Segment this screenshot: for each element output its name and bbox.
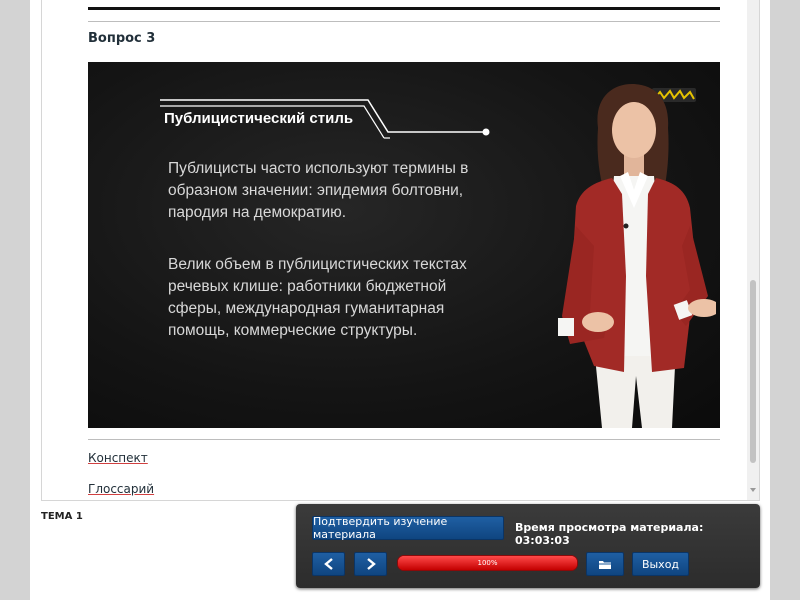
progress-percent: 100% [477, 559, 498, 567]
section-divider [88, 21, 720, 22]
progress-bar: 100% [397, 555, 578, 571]
page-margin-left [0, 0, 30, 600]
chevron-right-icon [366, 558, 376, 570]
folder-icon [599, 560, 611, 569]
slide-title: Публицистический стиль [164, 110, 354, 127]
scroll-down-arrow-icon[interactable] [750, 488, 756, 492]
question-title: Вопрос 3 [88, 31, 156, 46]
section-divider [88, 439, 720, 440]
materials-button[interactable] [586, 552, 624, 576]
navigation-panel: Подтвердить изучение материала Время про… [296, 504, 760, 588]
konspekt-link[interactable]: Конспект [88, 451, 148, 465]
lecture-video[interactable]: Публицистический стиль Публицисты часто … [88, 62, 720, 428]
slide-title-decoration [160, 99, 490, 139]
previous-button[interactable] [312, 552, 345, 576]
lesson-content-frame: Вопрос 3 Публицистический стиль Публицис… [41, 0, 760, 501]
slide-paragraph: Велик объем в публицистических текстах р… [168, 256, 467, 339]
scrollbar-thumb[interactable] [750, 280, 756, 463]
exit-button[interactable]: Выход [632, 552, 689, 576]
slide-paragraph: Публицисты часто используют термины в об… [168, 160, 469, 221]
next-button[interactable] [354, 552, 387, 576]
glossary-link[interactable]: Глоссарий [88, 482, 154, 496]
view-time-display: Время просмотра материала: 03:03:03 [515, 521, 704, 547]
page-margin-right [770, 0, 800, 600]
confirm-study-button[interactable]: Подтвердить изучение материала [312, 515, 504, 541]
content-scrollbar[interactable] [747, 0, 759, 500]
section-divider-thick [88, 7, 720, 10]
topic-label: ТЕМА 1 [41, 511, 83, 522]
presenter-figure [558, 84, 716, 428]
chevron-left-icon [323, 558, 333, 570]
